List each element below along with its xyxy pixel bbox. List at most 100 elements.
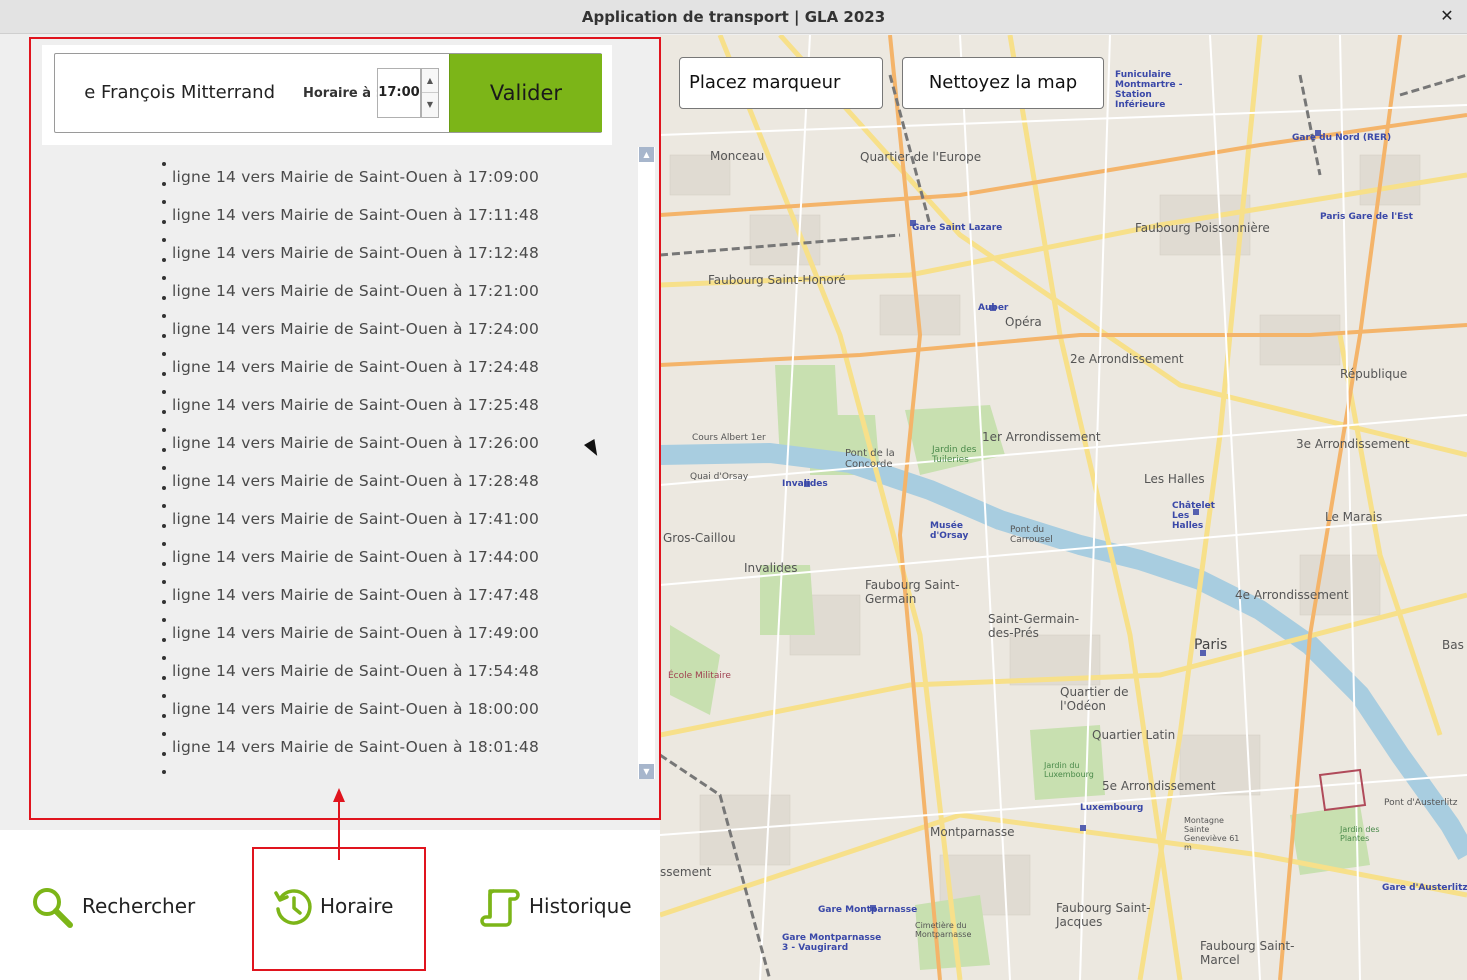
bullet-icon [162, 694, 166, 698]
nav-horaire[interactable]: Horaire [272, 880, 412, 940]
spin-up-icon[interactable]: ▲ [422, 69, 438, 93]
clock-history-icon [274, 889, 312, 925]
results-scrollbar[interactable]: ▲ ▼ [638, 147, 655, 779]
map-label: Gare d'Austerlitz [1382, 883, 1467, 893]
map-label: 4e Arrondissement [1235, 588, 1349, 602]
map-label: Les Halles [1144, 472, 1205, 486]
list-item: ligne 14 vers Mairie de Saint-Ouen à 18:… [162, 694, 582, 735]
departure-text: ligne 14 vers Mairie de Saint-Ouen à 17:… [172, 586, 540, 604]
validate-button[interactable]: Valider [449, 54, 602, 132]
departure-text: ligne 14 vers Mairie de Saint-Ouen à 17:… [172, 168, 540, 186]
map-view[interactable]: Placez marqueur Nettoyez la map Monceau … [660, 35, 1467, 980]
map-label: Pont de la Concorde [845, 448, 895, 470]
departure-text: ligne 14 vers Mairie de Saint-Ouen à 17:… [172, 358, 540, 376]
map-label: Montagne Sainte Geneviève 61 m [1184, 816, 1240, 852]
bullet-icon [162, 448, 166, 452]
clear-map-button[interactable]: Nettoyez la map [902, 57, 1104, 109]
list-item: ligne 14 vers Mairie de Saint-Ouen à 17:… [162, 352, 582, 393]
bullet-icon [162, 524, 166, 528]
nav-rechercher[interactable]: Rechercher [30, 880, 200, 940]
departure-text: ligne 14 vers Mairie de Saint-Ouen à 18:… [172, 738, 540, 756]
list-item: ligne 14 vers Mairie de Saint-Ouen à 17:… [162, 162, 582, 203]
scroll-down-icon[interactable]: ▼ [639, 764, 654, 779]
map-label: Gros-Caillou [663, 531, 736, 545]
bullet-icon [162, 390, 166, 394]
bullet-icon [162, 600, 166, 604]
map-label: École Militaire [668, 671, 731, 681]
scroll-document-icon [480, 889, 520, 927]
map-label: Faubourg Saint-Marcel [1200, 939, 1295, 967]
list-item-trailing [162, 770, 582, 779]
list-item: ligne 14 vers Mairie de Saint-Ouen à 17:… [162, 466, 582, 507]
list-item: ligne 14 vers Mairie de Saint-Ouen à 17:… [162, 238, 582, 279]
map-label: Montparnasse [930, 825, 1015, 839]
map-label: Musée d'Orsay [930, 521, 969, 541]
map-label: République [1340, 367, 1408, 381]
map-label: Faubourg Poissonnière [1135, 221, 1270, 235]
bullet-icon [162, 466, 166, 470]
nav-horaire-label: Horaire [320, 894, 394, 918]
close-icon[interactable]: ✕ [1437, 6, 1457, 26]
map-label: Invalides [744, 561, 798, 575]
map-label: Gare du Nord (RER) [1292, 133, 1392, 143]
bullet-icon [162, 732, 166, 736]
map-label: 2e Arrondissement [1070, 352, 1184, 366]
list-item: ligne 14 vers Mairie de Saint-Ouen à 17:… [162, 580, 582, 621]
map-label: Opéra [1005, 315, 1042, 329]
map-label: Quartier Latin [1092, 728, 1176, 742]
map-label: Paris Gare de l'Est [1320, 212, 1413, 222]
map-label: Gare Montparnasse 3 - Vaugirard [782, 933, 882, 953]
departure-text: ligne 14 vers Mairie de Saint-Ouen à 17:… [172, 662, 540, 680]
bullet-icon [162, 656, 166, 660]
departure-text: ligne 14 vers Mairie de Saint-Ouen à 17:… [172, 396, 540, 414]
list-item: ligne 14 vers Mairie de Saint-Ouen à 17:… [162, 428, 582, 469]
map-label: 3e Arrondissement [1296, 437, 1410, 451]
list-item: ligne 14 vers Mairie de Saint-Ouen à 18:… [162, 732, 582, 773]
bullet-icon [162, 276, 166, 280]
map-label: Auber [978, 303, 1009, 313]
list-item: ligne 14 vers Mairie de Saint-Ouen à 17:… [162, 200, 582, 241]
bottom-nav: Rechercher Horaire Historique [0, 830, 660, 980]
map-label: Pont du Carrousel [1010, 525, 1053, 545]
highlight-arrow-head [333, 788, 345, 802]
bullet-icon [162, 182, 166, 186]
list-item: ligne 14 vers Mairie de Saint-Ouen à 17:… [162, 314, 582, 355]
map-label: Saint-Germain-des-Prés [988, 612, 1080, 640]
bullet-icon [162, 562, 166, 566]
map-label: Bas [1442, 638, 1464, 652]
bullet-icon [162, 352, 166, 356]
bullet-icon [162, 752, 166, 756]
map-label: Jardin des Tuileries [932, 445, 977, 465]
search-icon [33, 888, 73, 928]
map-label: Quartier de l'Odéon [1060, 685, 1129, 713]
map-label: Cimetière du Montparnasse [915, 921, 972, 939]
nav-historique[interactable]: Historique [478, 880, 648, 940]
bullet-icon [162, 258, 166, 262]
list-item: ligne 14 vers Mairie de Saint-Ouen à 17:… [162, 276, 582, 317]
place-marker-button[interactable]: Placez marqueur [679, 57, 883, 109]
departure-text: ligne 14 vers Mairie de Saint-Ouen à 17:… [172, 282, 540, 300]
window-titlebar: Application de transport | GLA 2023 ✕ [0, 0, 1467, 34]
list-item: ligne 14 vers Mairie de Saint-Ouen à 17:… [162, 504, 582, 545]
bullet-icon [162, 504, 166, 508]
results-list[interactable]: ligne 14 vers Mairie de Saint-Ouen à 17:… [40, 147, 636, 779]
bullet-icon [162, 410, 166, 414]
list-item: ligne 14 vers Mairie de Saint-Ouen à 17:… [162, 542, 582, 583]
map-label: Jardin des Plantes [1340, 825, 1380, 843]
bullet-icon [162, 618, 166, 622]
bullet-icon [162, 638, 166, 642]
scroll-up-icon[interactable]: ▲ [639, 147, 654, 162]
map-label: Monceau [710, 149, 765, 163]
nav-historique-label: Historique [529, 894, 632, 918]
time-input[interactable]: 17:00 [377, 68, 421, 118]
bullet-icon [162, 542, 166, 546]
map-label: 5e Arrondissement [1102, 779, 1216, 793]
station-input[interactable]: ıe François Mitterrand [85, 78, 275, 108]
map-label: Jardin du Luxembourg [1044, 761, 1094, 779]
time-spinner[interactable]: ▲ ▼ [421, 68, 439, 118]
departure-text: ligne 14 vers Mairie de Saint-Ouen à 17:… [172, 624, 540, 642]
bullet-icon [162, 714, 166, 718]
spin-down-icon[interactable]: ▼ [422, 93, 438, 117]
map-label: Faubourg Saint-Honoré [708, 273, 846, 287]
nav-rechercher-label: Rechercher [82, 894, 196, 918]
